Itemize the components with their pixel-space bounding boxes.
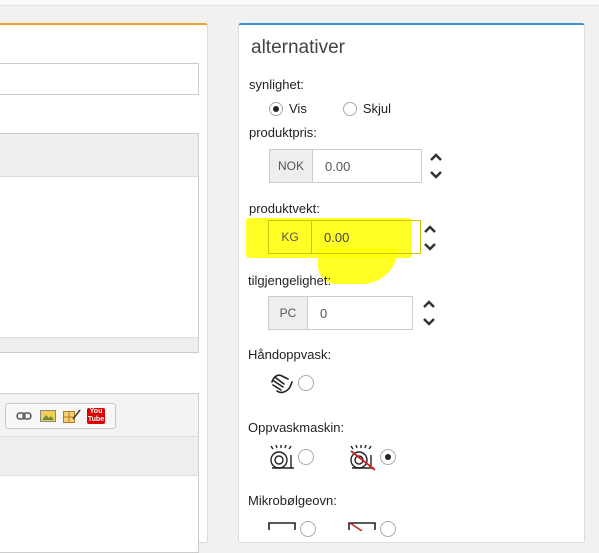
price-label: produktpris: (249, 125, 317, 140)
visibility-hide-radio[interactable] (342, 101, 357, 116)
stepper-down-icon[interactable] (429, 170, 443, 180)
editor-toolbar: You Tube (0, 394, 198, 437)
options-panel: alternativer synlighet: Vis Skjul produk… (238, 23, 585, 543)
price-input-group[interactable]: NOK 0.00 (269, 149, 422, 183)
visibility-hide-label: Skjul (362, 101, 392, 116)
price-unit: NOK (270, 150, 313, 182)
price-input[interactable]: 0.00 (313, 150, 421, 182)
visibility-radio-group: Vis Skjul (269, 101, 391, 116)
image-icon[interactable] (39, 409, 57, 423)
editor-box-header (0, 134, 198, 177)
visibility-show-label: Vis (289, 101, 307, 116)
top-bar (0, 0, 599, 6)
weight-label: produktvekt: (249, 201, 320, 216)
table-edit-icon[interactable] (63, 409, 81, 423)
visibility-label: synlighet: (249, 77, 304, 92)
link-icon[interactable] (15, 409, 33, 423)
visibility-show-radio[interactable] (269, 101, 283, 116)
youtube-icon[interactable]: You Tube (87, 408, 105, 424)
description-editor: You Tube (0, 393, 199, 553)
editor-box (0, 133, 199, 353)
editor-toolbar-group: You Tube (5, 403, 116, 429)
editor-box-footer (0, 337, 198, 352)
product-name-input[interactable] (0, 63, 199, 95)
product-edit-panel: You Tube (0, 23, 208, 553)
panel-title: alternativer (251, 37, 345, 58)
stepper-up-icon[interactable] (429, 152, 443, 162)
youtube-icon-top: You (89, 408, 103, 415)
price-stepper[interactable] (429, 152, 443, 180)
youtube-icon-bottom: Tube (87, 416, 105, 423)
editor-subbar (0, 437, 198, 476)
